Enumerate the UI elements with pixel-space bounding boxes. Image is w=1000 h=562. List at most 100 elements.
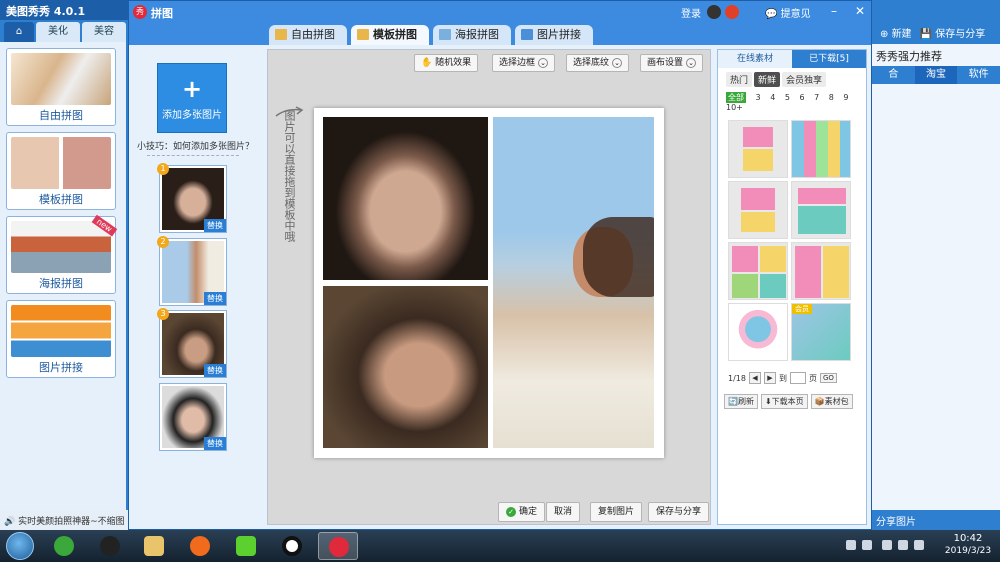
go-button[interactable]: GO	[819, 373, 837, 383]
clock-time[interactable]: 10:42	[940, 533, 996, 544]
taskbar-app-video[interactable]	[226, 532, 266, 560]
collage-canvas[interactable]	[314, 108, 664, 458]
count-9[interactable]: 9	[843, 93, 848, 102]
photo-thumb-1[interactable]: 1 替换	[157, 163, 227, 233]
bottom-promo[interactable]: 🔊 实时美颜拍照神器~不缩图	[0, 510, 130, 530]
main-app-title: 美图秀秀 4.0.1	[0, 0, 130, 20]
template-item[interactable]	[728, 181, 788, 239]
material-pack-button[interactable]: 📦素材包	[810, 394, 853, 409]
collage-slot-2[interactable]	[323, 286, 488, 448]
weibo-icon[interactable]	[725, 5, 739, 19]
replace-button[interactable]: 替换	[204, 364, 226, 377]
template-item[interactable]	[728, 120, 788, 178]
taskbar-app-meitu[interactable]	[318, 532, 358, 560]
count-5[interactable]: 5	[785, 93, 790, 102]
tab-image-join[interactable]: 图片拼接	[515, 25, 593, 45]
save-share-button[interactable]: 💾 保存与分享	[920, 25, 986, 40]
cat-software[interactable]: 软件	[957, 66, 1000, 84]
network-icon[interactable]	[898, 540, 908, 550]
add-images-button[interactable]: + 添加多张图片	[157, 63, 227, 133]
photo-thumb-3[interactable]: 3 替换	[157, 308, 227, 378]
count-10-plus[interactable]: 10+	[726, 103, 743, 112]
photo-thumb-2[interactable]: 2 替换	[157, 236, 227, 306]
mode-image-join[interactable]: 图片拼接	[6, 300, 116, 378]
page-input[interactable]	[789, 372, 806, 384]
count-6[interactable]: 6	[799, 93, 804, 102]
keyboard-icon[interactable]	[846, 540, 856, 550]
next-page-icon[interactable]: ▶	[763, 372, 776, 384]
start-button[interactable]	[6, 532, 34, 560]
divider	[147, 155, 239, 156]
count-3[interactable]: 3	[756, 93, 761, 102]
save-share-button[interactable]: 保存与分享	[648, 502, 710, 522]
qq-icon	[100, 536, 120, 556]
template-item[interactable]	[791, 181, 851, 239]
mode-free-collage[interactable]: 自由拼图	[6, 48, 116, 126]
mode-template-collage[interactable]: 模板拼图	[6, 132, 116, 210]
replace-button[interactable]: 替换	[204, 437, 226, 450]
mode-thumbnail	[11, 305, 111, 357]
count-all[interactable]: 全部	[726, 92, 746, 103]
photo-thumb-4[interactable]: 替换	[159, 383, 227, 451]
choose-texture-button[interactable]: 选择底纹 ⌄	[566, 54, 630, 72]
collage-slot-3[interactable]	[493, 117, 654, 448]
tab-beauty[interactable]: 美容	[82, 22, 126, 42]
cat-combine[interactable]: 合	[872, 66, 915, 84]
tab-poster-collage[interactable]: 海报拼图	[433, 25, 511, 45]
firefox-icon	[190, 536, 210, 556]
replace-button[interactable]: 替换	[204, 219, 226, 232]
template-item[interactable]	[791, 242, 851, 300]
volume-icon[interactable]	[914, 540, 924, 550]
refresh-button[interactable]: 🔄刷新	[724, 394, 758, 409]
taskbar-app-recorder[interactable]	[272, 532, 312, 560]
collage-window: 秀 拼图 登录 💬 提意见 – ✕ 自由拼图 模板拼图 海报拼图 图片拼接 + …	[128, 0, 872, 530]
poster-collage-icon	[439, 29, 451, 40]
qq-icon[interactable]	[707, 5, 721, 19]
cat-taobao[interactable]: 淘宝	[914, 66, 958, 84]
subtab-hot[interactable]: 热门	[726, 72, 753, 87]
count-8[interactable]: 8	[829, 93, 834, 102]
share-image-button[interactable]: 分享图片	[872, 510, 1000, 530]
taskbar-app-firefox[interactable]	[180, 532, 220, 560]
taskbar-app-explorer[interactable]	[134, 532, 174, 560]
new-button[interactable]: ⊕ 新建	[880, 25, 912, 40]
subtab-fresh[interactable]: 新鲜	[754, 72, 781, 87]
template-item[interactable]	[791, 120, 851, 178]
random-effect-button[interactable]: ✋ 随机效果	[414, 54, 479, 72]
taskbar-app-360[interactable]	[44, 532, 84, 560]
app-logo-icon: 秀	[133, 5, 147, 19]
copy-image-button[interactable]: 复制图片	[590, 502, 643, 522]
subtab-vip[interactable]: 会员独享	[782, 72, 827, 87]
close-icon[interactable]: ✕	[851, 3, 869, 19]
login-link[interactable]: 登录	[681, 5, 701, 20]
tab-online-material[interactable]: 在线素材	[718, 50, 792, 68]
tab-template-collage[interactable]: 模板拼图	[351, 25, 429, 45]
template-item[interactable]	[728, 303, 788, 361]
tab-downloaded[interactable]: 已下载[5]	[792, 50, 866, 68]
replace-button[interactable]: 替换	[204, 292, 226, 305]
mode-poster-collage[interactable]: 海报拼图 new	[6, 214, 118, 294]
count-4[interactable]: 4	[770, 93, 775, 102]
record-icon	[282, 536, 302, 556]
feedback-link[interactable]: 💬 提意见	[765, 5, 811, 20]
add-images-tip[interactable]: 小技巧：如何添加多张图片？	[137, 139, 254, 152]
home-icon[interactable]: ⌂	[4, 22, 34, 42]
collage-slot-1[interactable]	[323, 117, 488, 280]
prev-page-icon[interactable]: ◀	[748, 372, 761, 384]
minimize-icon[interactable]: –	[825, 3, 843, 19]
taskbar-app-qq[interactable]	[90, 532, 130, 560]
canvas-settings-button[interactable]: 画布设置 ⌄	[640, 54, 704, 72]
clock-date[interactable]: 2019/3/23	[940, 546, 996, 556]
template-item[interactable]: 会员	[791, 303, 851, 361]
confirm-button[interactable]: ✓ 确定	[498, 502, 546, 522]
count-7[interactable]: 7	[814, 93, 819, 102]
cancel-button[interactable]: 取消	[546, 502, 581, 522]
template-item[interactable]	[728, 242, 788, 300]
download-page-button[interactable]: ⬇下载本页	[760, 394, 808, 409]
tab-free-collage[interactable]: 自由拼图	[269, 25, 347, 45]
tray-arrow-icon[interactable]	[862, 540, 872, 550]
free-collage-icon	[275, 29, 287, 40]
choose-border-button[interactable]: 选择边框 ⌄	[492, 54, 556, 72]
battery-icon[interactable]	[882, 540, 892, 550]
tab-beautify[interactable]: 美化	[36, 22, 80, 42]
